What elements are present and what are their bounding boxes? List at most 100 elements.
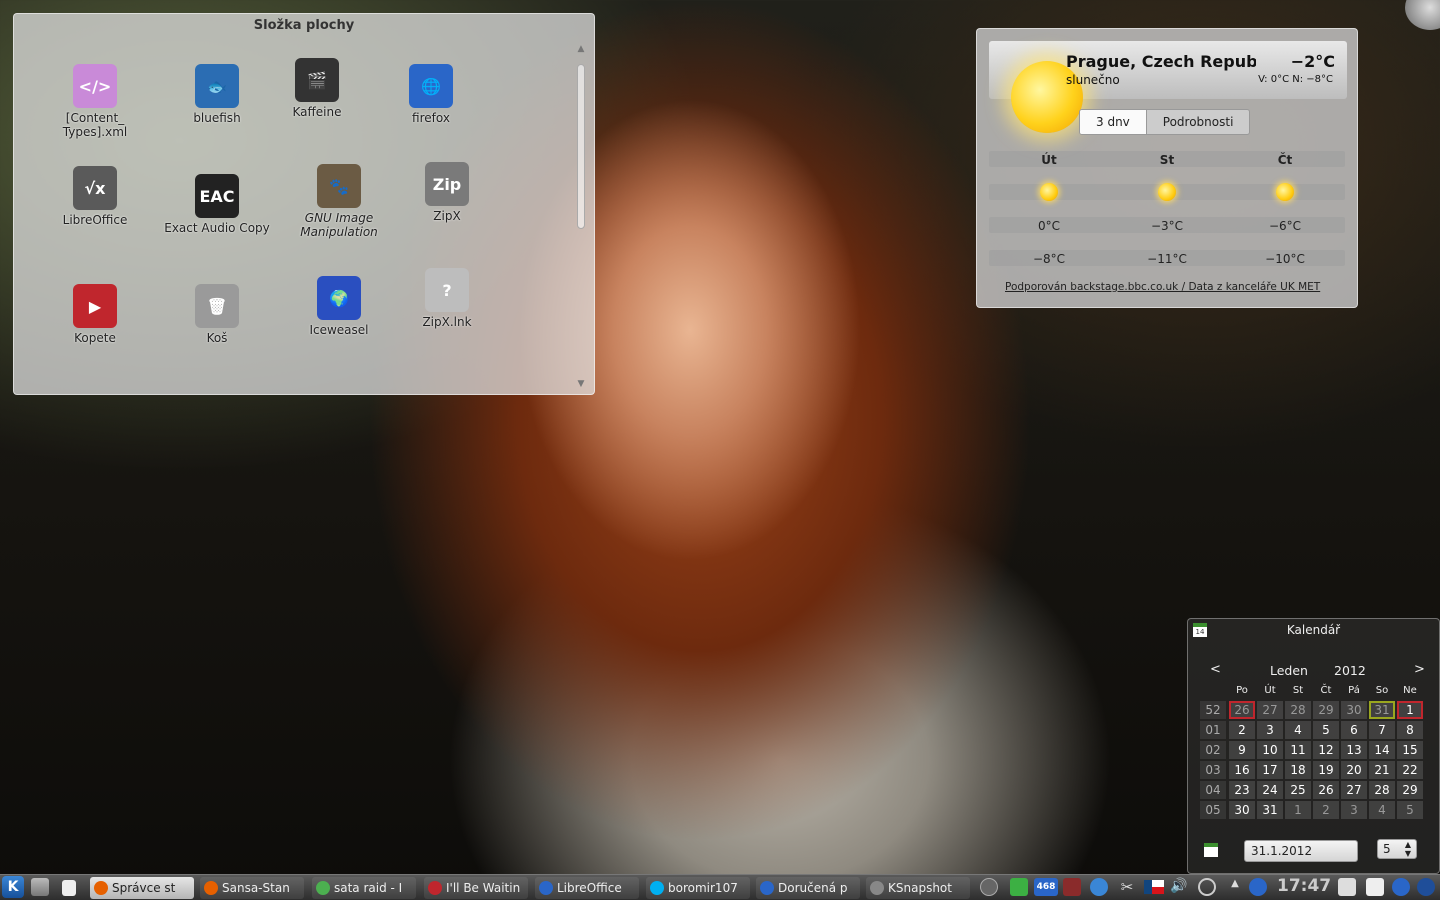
show-desktop-icon[interactable]	[31, 878, 49, 896]
calendar-day[interactable]: 10	[1257, 741, 1283, 759]
task-label: KSnapshot	[888, 881, 952, 895]
scroll-thumb[interactable]	[577, 64, 585, 229]
calendar-day[interactable]: 20	[1341, 761, 1367, 779]
scroll-up-icon[interactable]: ▲	[576, 44, 586, 54]
calendar-day[interactable]: 22	[1397, 761, 1423, 779]
prev-month-button[interactable]: <	[1210, 662, 1221, 677]
calendar-day[interactable]: 23	[1229, 781, 1255, 799]
calendar-day[interactable]: 2	[1313, 801, 1339, 819]
task-button[interactable]: I'll Be Waitin	[424, 877, 528, 899]
year-selector[interactable]: 2012	[1334, 663, 1366, 678]
desktop-icon[interactable]: 🌍 Iceweasel	[284, 276, 394, 337]
desktop-icon[interactable]: EAC Exact Audio Copy	[162, 174, 272, 235]
calendar-day[interactable]: 5	[1313, 721, 1339, 739]
tray-expand-icon[interactable]: ▲	[1226, 878, 1244, 896]
desktop-icon[interactable]: √x LibreOffice	[40, 166, 150, 227]
tab-3-days[interactable]: 3 dnv	[1080, 110, 1147, 134]
calendar-day[interactable]: 6	[1341, 721, 1367, 739]
calendar-day[interactable]: 27	[1257, 701, 1283, 719]
scroll-down-icon[interactable]: ▼	[576, 379, 586, 389]
desktop-icon[interactable]: 🐟 bluefish	[162, 64, 272, 125]
network-icon[interactable]	[1090, 878, 1108, 896]
calendar-day[interactable]: 26	[1229, 701, 1255, 719]
task-button[interactable]: Správce st	[90, 877, 194, 899]
check-icon[interactable]	[1010, 878, 1028, 896]
calendar-day[interactable]: 29	[1397, 781, 1423, 799]
calendar-day[interactable]: 28	[1285, 701, 1311, 719]
libreoffice-quickstart-icon[interactable]	[1366, 878, 1384, 896]
calendar-day[interactable]: 28	[1369, 781, 1395, 799]
week-spinbox[interactable]: 5 ▲ ▼	[1377, 839, 1417, 859]
globe-icon[interactable]	[1249, 878, 1267, 896]
folder-view-widget: Složka plochy </> [Content_ Types].xml 🐟 bl…	[13, 13, 595, 395]
calendar-day[interactable]: 4	[1369, 801, 1395, 819]
kickoff-menu-button[interactable]: K	[2, 876, 24, 898]
calendar-day[interactable]: 3	[1341, 801, 1367, 819]
folder-scrollbar[interactable]: ▲ ▼	[576, 44, 586, 389]
task-button[interactable]: LibreOffice	[535, 877, 639, 899]
volume-icon[interactable]: 🔊	[1170, 878, 1188, 896]
month-selector[interactable]: Leden	[1270, 663, 1308, 678]
media-icon[interactable]	[1063, 878, 1081, 896]
calendar-day[interactable]: 18	[1285, 761, 1311, 779]
calendar-day[interactable]: 30	[1341, 701, 1367, 719]
sunny-icon	[1040, 183, 1058, 201]
desktop-icon[interactable]: ? ZipX.lnk	[392, 268, 502, 329]
tab-details[interactable]: Podrobnosti	[1147, 110, 1250, 134]
desktop-icon[interactable]: 🌐 firefox	[376, 64, 486, 125]
calendar-day[interactable]: 16	[1229, 761, 1255, 779]
desktop-icon[interactable]: 🐾 GNU Image Manipulation	[284, 164, 394, 239]
calendar-day[interactable]: 31	[1257, 801, 1283, 819]
calendar-day[interactable]: 1	[1285, 801, 1311, 819]
calendar-day[interactable]: 3	[1257, 721, 1283, 739]
calendar-day[interactable]: 14	[1369, 741, 1395, 759]
desktop-icon[interactable]: ▶ Kopete	[40, 284, 150, 345]
today-icon[interactable]	[1204, 843, 1218, 857]
spin-arrows-icon[interactable]: ▲ ▼	[1405, 840, 1411, 858]
calendar-day[interactable]: 1	[1397, 701, 1423, 719]
task-button[interactable]: sata raid - I	[312, 877, 416, 899]
calendar-day[interactable]: 17	[1257, 761, 1283, 779]
task-button[interactable]: boromir107	[646, 877, 750, 899]
notes-icon[interactable]	[62, 880, 76, 896]
next-month-button[interactable]: >	[1414, 662, 1425, 677]
kde-cashew-icon[interactable]	[1417, 878, 1435, 896]
calendar-day[interactable]: 26	[1313, 781, 1339, 799]
calendar-day[interactable]: 8	[1397, 721, 1423, 739]
device-notifier-icon[interactable]	[1338, 878, 1356, 896]
calendar-day[interactable]: 25	[1285, 781, 1311, 799]
desktop-toolbox[interactable]	[1405, 0, 1440, 30]
calendar-day[interactable]: 12	[1313, 741, 1339, 759]
calendar-day[interactable]: 5	[1397, 801, 1423, 819]
digital-clock[interactable]: 17:47	[1277, 876, 1331, 896]
network-manager-icon[interactable]	[1198, 878, 1216, 896]
activity-icon[interactable]	[1392, 878, 1410, 896]
calendar-day[interactable]: 2	[1229, 721, 1255, 739]
task-button[interactable]: KSnapshot	[866, 877, 970, 899]
desktop-icon[interactable]: </> [Content_ Types].xml	[40, 64, 150, 139]
mail-badge[interactable]: 468	[1034, 878, 1058, 896]
calendar-day[interactable]: 19	[1313, 761, 1339, 779]
desktop-icon[interactable]: 🗑 Koš	[162, 284, 272, 345]
task-button[interactable]: Doručená p	[756, 877, 860, 899]
desktop-icon[interactable]: 🎬 Kaffeine	[262, 58, 372, 119]
calendar-day[interactable]: 30	[1229, 801, 1255, 819]
calendar-day[interactable]: 29	[1313, 701, 1339, 719]
calendar-day[interactable]: 9	[1229, 741, 1255, 759]
keyboard-layout-icon[interactable]	[1144, 880, 1164, 894]
calendar-day[interactable]: 24	[1257, 781, 1283, 799]
klipper-icon[interactable]: ✂	[1118, 878, 1136, 896]
calendar-day[interactable]: 15	[1397, 741, 1423, 759]
calendar-day[interactable]: 7	[1369, 721, 1395, 739]
calendar-day[interactable]: 13	[1341, 741, 1367, 759]
date-input[interactable]: 31.1.2012	[1244, 840, 1358, 862]
calendar-day[interactable]: 21	[1369, 761, 1395, 779]
task-button[interactable]: Sansa-Stan	[200, 877, 304, 899]
calendar-day[interactable]: 11	[1285, 741, 1311, 759]
weather-credit-link[interactable]: Podporován backstage.bbc.co.uk / Data z …	[1005, 281, 1343, 293]
info-icon[interactable]	[980, 878, 998, 896]
desktop-icon[interactable]: Zip ZipX	[392, 162, 502, 223]
calendar-day[interactable]: 27	[1341, 781, 1367, 799]
calendar-day[interactable]: 4	[1285, 721, 1311, 739]
calendar-day[interactable]: 31	[1369, 701, 1395, 719]
